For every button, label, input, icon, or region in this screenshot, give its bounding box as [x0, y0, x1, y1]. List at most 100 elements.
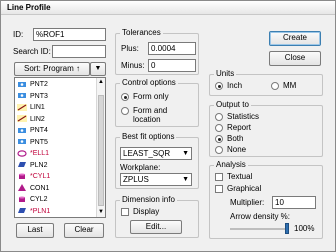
line-icon	[17, 103, 27, 111]
last-button[interactable]: Last	[16, 223, 54, 238]
list-item-label: PNT3	[30, 92, 48, 100]
list-item-label: PLN2	[30, 161, 48, 169]
arrow-density-slider-track[interactable]	[230, 228, 288, 230]
line-profile-dialog: Line Profile ID: %ROF1 Search ID: Sort: …	[0, 0, 336, 252]
workplane-label: Workplane:	[120, 163, 161, 172]
best-fit-group: Best fit options LEAST_SQR ▼ Workplane: …	[115, 132, 199, 189]
list-item[interactable]: PNT5	[17, 138, 48, 148]
none-label: None	[227, 145, 247, 154]
best-fit-method-select[interactable]: LEAST_SQR ▼	[120, 147, 192, 160]
arrow-density-value: 100%	[294, 224, 315, 233]
list-item-label: *PLN1	[30, 207, 51, 215]
search-id-input[interactable]	[52, 45, 106, 58]
scroll-down-icon[interactable]: ▼	[98, 209, 104, 216]
multiplier-input[interactable]: 10	[272, 196, 316, 209]
clear-button[interactable]: Clear	[64, 223, 104, 238]
graphical-label: Graphical	[227, 184, 262, 193]
form-and-location-radio[interactable]	[121, 107, 129, 115]
list-item[interactable]: PNT4	[17, 126, 48, 136]
form-and-location-label-1: Form and	[133, 106, 168, 115]
display-label: Display	[133, 207, 160, 216]
inch-label: Inch	[227, 81, 243, 90]
cylinder-icon	[17, 173, 27, 180]
list-item-label: LIN2	[30, 115, 45, 123]
chevron-down-icon: ▼	[94, 65, 102, 72]
plus-tolerance-input[interactable]: 0.0004	[148, 42, 196, 55]
list-item-label: *CYL1	[30, 173, 51, 180]
mm-label: MM	[283, 81, 297, 90]
list-item-label: LIN1	[30, 104, 45, 111]
list-item-label: PNT2	[30, 81, 48, 88]
form-only-radio[interactable]	[121, 93, 129, 101]
mm-radio[interactable]	[271, 82, 279, 90]
title-bar: Line Profile	[1, 1, 335, 15]
feature-list[interactable]: PNT2 PNT3 LIN1 LIN2 PNT4 PNT5 *ELL1 PLN2 *CYL1 CO…	[14, 77, 106, 218]
tolerances-group: Tolerances Plus: 0.0004 Minus: 0	[115, 28, 199, 75]
close-button[interactable]: Close	[269, 51, 321, 66]
list-item-label: CON1	[30, 184, 50, 192]
line-icon	[17, 115, 27, 123]
display-checkbox[interactable]	[121, 208, 129, 216]
best-fit-title: Best fit options	[120, 132, 177, 141]
list-item-label: *ELL1	[30, 150, 50, 157]
both-label: Both	[227, 134, 244, 143]
both-radio[interactable]	[215, 135, 223, 143]
list-item[interactable]: PNT2	[17, 80, 48, 90]
cone-icon	[17, 184, 27, 192]
statistics-radio[interactable]	[215, 113, 223, 121]
control-options-group: Control options Form only Form and locat…	[115, 78, 199, 127]
form-and-location-label-2: location	[133, 115, 161, 124]
report-radio[interactable]	[215, 124, 223, 132]
search-id-label: Search ID:	[13, 47, 51, 56]
arrow-density-label: Arrow density %:	[230, 212, 291, 221]
dimension-info-group: Dimension info Display Edit...	[115, 195, 199, 238]
chevron-down-icon: ▼	[182, 176, 189, 183]
plane-icon	[17, 207, 27, 214]
list-item[interactable]: LIN2	[17, 115, 45, 125]
scroll-up-icon[interactable]: ▲	[98, 79, 104, 86]
textual-checkbox[interactable]	[215, 173, 223, 181]
none-radio[interactable]	[215, 146, 223, 154]
list-item[interactable]: CYL2	[17, 195, 48, 205]
list-item[interactable]: *CYL1	[17, 172, 50, 182]
sort-button[interactable]: Sort: Program ↑	[14, 62, 90, 76]
list-item[interactable]: *ELL1	[17, 149, 49, 159]
best-fit-method-value: LEAST_SQR	[123, 149, 171, 158]
graphical-checkbox[interactable]	[215, 185, 223, 193]
list-item-label: PNT4	[30, 127, 48, 134]
ellipse-icon	[17, 149, 27, 157]
textual-label: Textual	[227, 172, 253, 181]
units-group: Units Inch MM	[209, 69, 323, 96]
output-to-title: Output to	[214, 100, 251, 109]
point-icon	[17, 127, 27, 134]
list-item-label: CYL2	[30, 196, 48, 203]
scroll-thumb[interactable]	[98, 95, 104, 206]
control-options-title: Control options	[120, 78, 178, 87]
list-item[interactable]: CON1	[17, 184, 49, 194]
id-label: ID:	[13, 30, 24, 39]
sort-menu-button[interactable]: ▼	[90, 62, 106, 76]
list-item[interactable]: PNT3	[17, 92, 48, 102]
workplane-select[interactable]: ZPLUS ▼	[120, 173, 192, 186]
chevron-down-icon: ▼	[182, 150, 189, 157]
list-item[interactable]: *PLN1	[17, 207, 50, 217]
create-button[interactable]: Create	[269, 31, 321, 46]
point-icon	[17, 92, 27, 99]
list-item[interactable]: LIN1	[17, 103, 45, 113]
tolerances-title: Tolerances	[120, 28, 163, 37]
arrow-density-slider-thumb[interactable]	[285, 223, 289, 234]
workplane-value: ZPLUS	[123, 175, 149, 184]
edit-button[interactable]: Edit...	[130, 220, 182, 234]
window-title: Line Profile	[7, 3, 51, 12]
output-to-group: Output to Statistics Report Both None	[209, 100, 323, 157]
id-input[interactable]: %ROF1	[33, 28, 106, 41]
point-icon	[17, 138, 27, 145]
statistics-label: Statistics	[227, 112, 260, 121]
inch-radio[interactable]	[215, 82, 223, 90]
report-label: Report	[227, 123, 252, 132]
analysis-group: Analysis Textual Graphical Multiplier: 1…	[209, 160, 323, 239]
list-item[interactable]: PLN2	[17, 161, 48, 171]
minus-tolerance-input[interactable]: 0	[148, 59, 196, 72]
units-title: Units	[214, 69, 237, 78]
list-scrollbar[interactable]: ▲ ▼	[96, 78, 105, 217]
